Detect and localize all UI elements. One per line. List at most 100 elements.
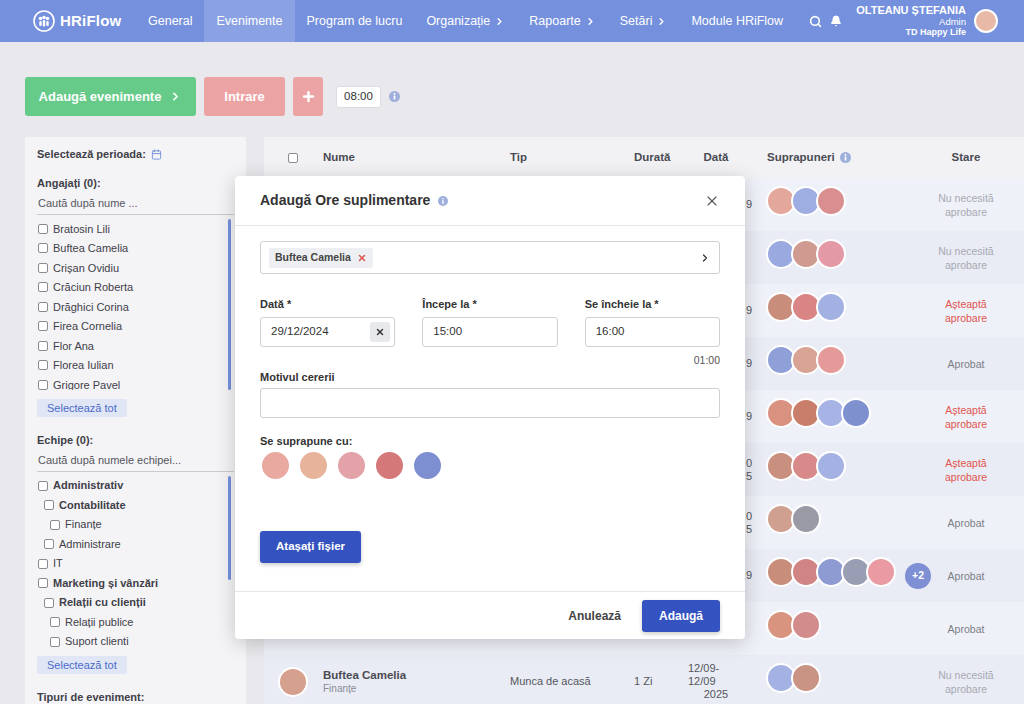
nav-item[interactable]: Module HRiFlow <box>679 0 795 42</box>
clear-date-button[interactable] <box>370 322 390 342</box>
search-icon[interactable] <box>809 15 822 28</box>
remove-icon[interactable] <box>357 253 367 263</box>
employee-chip: Buftea Camelia <box>269 248 373 268</box>
employee-item[interactable]: Crișan Ovidiu <box>37 258 220 278</box>
column-header[interactable]: Tip <box>510 149 634 166</box>
column-header[interactable]: Nume <box>323 149 510 166</box>
checkbox[interactable] <box>38 263 48 273</box>
team-search[interactable]: Caută după numele echipei... <box>37 450 234 472</box>
overlap-avatars <box>758 345 932 382</box>
team-item[interactable]: Suport clienti <box>37 632 220 647</box>
checkbox[interactable] <box>44 598 54 608</box>
add-events-button[interactable]: Adaugă evenimente <box>25 77 196 116</box>
date-label: Dată * <box>260 296 395 310</box>
add-button[interactable] <box>293 77 323 116</box>
employee-item[interactable]: Grigore Pavel <box>37 375 220 390</box>
event-status: Aprobat <box>948 622 985 636</box>
team-item[interactable]: Contabilitate <box>37 495 220 515</box>
nav-item[interactable]: Rapoarte <box>517 0 607 42</box>
time-info-icon <box>389 91 400 102</box>
team-item[interactable]: Administrativ <box>37 476 220 496</box>
filter-sidebar: Selectează perioada:Angajați (0):Caută d… <box>25 137 246 704</box>
checkbox[interactable] <box>38 302 48 312</box>
employee-item[interactable]: Florea Iulian <box>37 356 220 376</box>
overlap-avatars <box>758 451 932 488</box>
select-all-employees[interactable]: Selectează tot <box>37 399 127 417</box>
checkbox[interactable] <box>38 321 48 331</box>
event-type: Munca de acasă <box>510 673 634 690</box>
attach-file-button[interactable]: Atașați fișier <box>260 531 361 563</box>
event-status: Așteaptă aprobare <box>938 456 994 484</box>
user-info[interactable]: OLTEANU ȘTEFANIAAdminTD Happy Life <box>856 0 974 42</box>
reason-field[interactable] <box>260 388 720 418</box>
employee-selector[interactable]: Buftea Camelia <box>260 241 720 274</box>
more-badge[interactable]: +2 <box>905 563 931 589</box>
column-header[interactable]: Durată <box>634 149 688 166</box>
checkbox[interactable] <box>38 481 48 491</box>
overlap-avatar <box>816 186 846 216</box>
team-item[interactable]: Relații publice <box>37 612 220 632</box>
checkbox[interactable] <box>38 243 48 253</box>
employee-item[interactable]: Crăciun Roberta <box>37 278 220 298</box>
bell-icon[interactable] <box>830 15 842 27</box>
check-in-button[interactable]: Intrare <box>204 77 285 116</box>
team-item[interactable]: IT <box>37 554 220 574</box>
team-item[interactable]: Administrare <box>37 534 220 554</box>
overlap-label: Se suprapune cu: <box>260 433 720 447</box>
column-header[interactable]: Stare <box>932 149 1000 166</box>
overlap-avatar <box>336 450 367 481</box>
checkbox[interactable] <box>38 380 48 390</box>
employee-item[interactable]: Bratosin Lili <box>37 219 220 239</box>
checkbox[interactable] <box>38 360 48 370</box>
employee-item[interactable]: Drăghici Corina <box>37 297 220 317</box>
checkbox[interactable] <box>44 539 54 549</box>
app: HRiFlowGeneralEvenimenteProgram de lucru… <box>0 0 1024 704</box>
column-header[interactable]: Dată <box>688 149 758 166</box>
nav-item[interactable]: Evenimente <box>204 0 294 42</box>
team-item[interactable]: Marketing și vânzări <box>37 573 220 593</box>
select-all-teams[interactable]: Selectează tot <box>37 656 127 674</box>
time-field[interactable]: 08:00 <box>336 86 381 108</box>
checkbox[interactable] <box>44 500 54 510</box>
date-field[interactable]: 29/12/2024 <box>260 317 395 347</box>
clear-icon <box>375 327 385 337</box>
chevron-icon <box>585 16 596 27</box>
nav-item[interactable]: General <box>136 0 204 42</box>
checkbox[interactable] <box>50 637 60 647</box>
period-selector[interactable]: Selectează perioada: <box>37 147 234 161</box>
logo[interactable]: HRiFlow <box>0 0 136 42</box>
nav-item[interactable]: Program de lucru <box>295 0 415 42</box>
team-item[interactable]: Finanțe <box>37 515 220 535</box>
end-time-field[interactable]: 16:00 <box>585 317 720 347</box>
checkbox[interactable] <box>38 578 48 588</box>
plus-icon <box>301 89 316 104</box>
event-status: Așteaptă aprobare <box>938 403 994 431</box>
employee-search[interactable]: Caută după nume ... <box>37 193 234 215</box>
employee-item[interactable]: Flor Ana <box>37 336 220 356</box>
overlap-avatars <box>758 239 932 276</box>
checkbox[interactable] <box>38 282 48 292</box>
employee-item[interactable]: Buftea Camelia <box>37 239 220 259</box>
checkbox[interactable] <box>38 341 48 351</box>
team-item[interactable]: Relații cu clienții <box>37 593 220 613</box>
employee-item[interactable]: Firea Cornelia <box>37 317 220 337</box>
nav-item[interactable]: Organizație <box>414 0 517 42</box>
scrollbar[interactable] <box>228 219 231 390</box>
checkbox[interactable] <box>38 559 48 569</box>
select-all-checkbox[interactable] <box>288 153 298 163</box>
table-row[interactable]: Buftea CameliaFinanțeMunca de acasă1 Zi1… <box>264 655 1024 704</box>
close-icon[interactable] <box>704 193 720 209</box>
checkbox[interactable] <box>50 520 60 530</box>
column-header[interactable]: Suprapuneri <box>758 149 932 166</box>
checkbox[interactable] <box>38 224 48 234</box>
overlap-avatar <box>791 504 821 534</box>
nav-item[interactable]: Setări <box>608 0 680 42</box>
scrollbar[interactable] <box>228 476 231 580</box>
teams-title: Echipe (0): <box>37 432 234 446</box>
submit-button[interactable]: Adaugă <box>642 600 720 632</box>
overlap-avatar <box>816 345 846 375</box>
overlap-avatars <box>758 610 932 647</box>
checkbox[interactable] <box>50 617 60 627</box>
start-time-field[interactable]: 15:00 <box>422 317 557 347</box>
cancel-button[interactable]: Anulează <box>568 607 621 625</box>
